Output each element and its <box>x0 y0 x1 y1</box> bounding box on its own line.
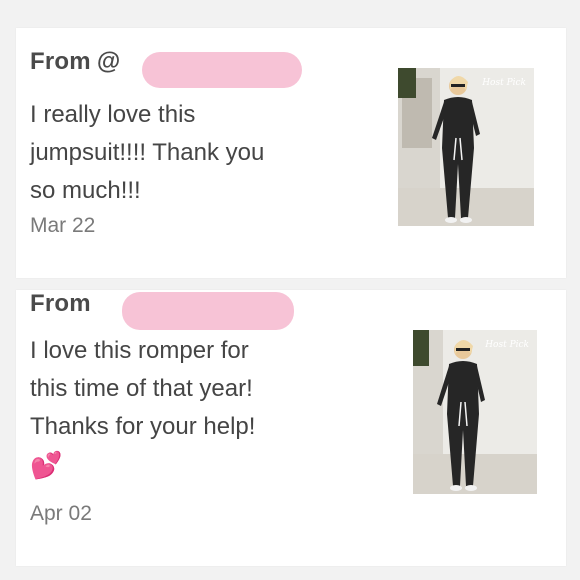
jumpsuit-illustration <box>413 330 537 494</box>
watermark-text: Host Pick <box>482 78 526 88</box>
from-label: From <box>30 48 91 75</box>
message-text: I love this romper for this time of that… <box>30 337 256 440</box>
message-date: Apr 02 <box>30 502 92 525</box>
jumpsuit-illustration <box>398 68 534 226</box>
message-text: I really love this jumpsuit!!!! Thank yo… <box>30 101 265 204</box>
product-photo[interactable]: Host Pick <box>398 68 534 226</box>
message-date: Mar 22 <box>30 214 96 237</box>
hearts-emoji: 💕 <box>30 450 63 480</box>
message-card[interactable]: From @ I really love this jumpsuit!!!! T… <box>16 28 566 278</box>
sender-row: From @ <box>30 48 302 88</box>
watermark-text: Host Pick <box>485 340 529 350</box>
message-card[interactable]: From I love this romper for this time of… <box>16 290 566 566</box>
sender-row: From <box>30 290 294 330</box>
at-sign: @ <box>96 48 121 75</box>
product-photo[interactable]: Host Pick <box>413 330 537 494</box>
from-label: From <box>30 290 91 317</box>
redacted-username <box>142 52 302 88</box>
redacted-username <box>122 292 294 330</box>
